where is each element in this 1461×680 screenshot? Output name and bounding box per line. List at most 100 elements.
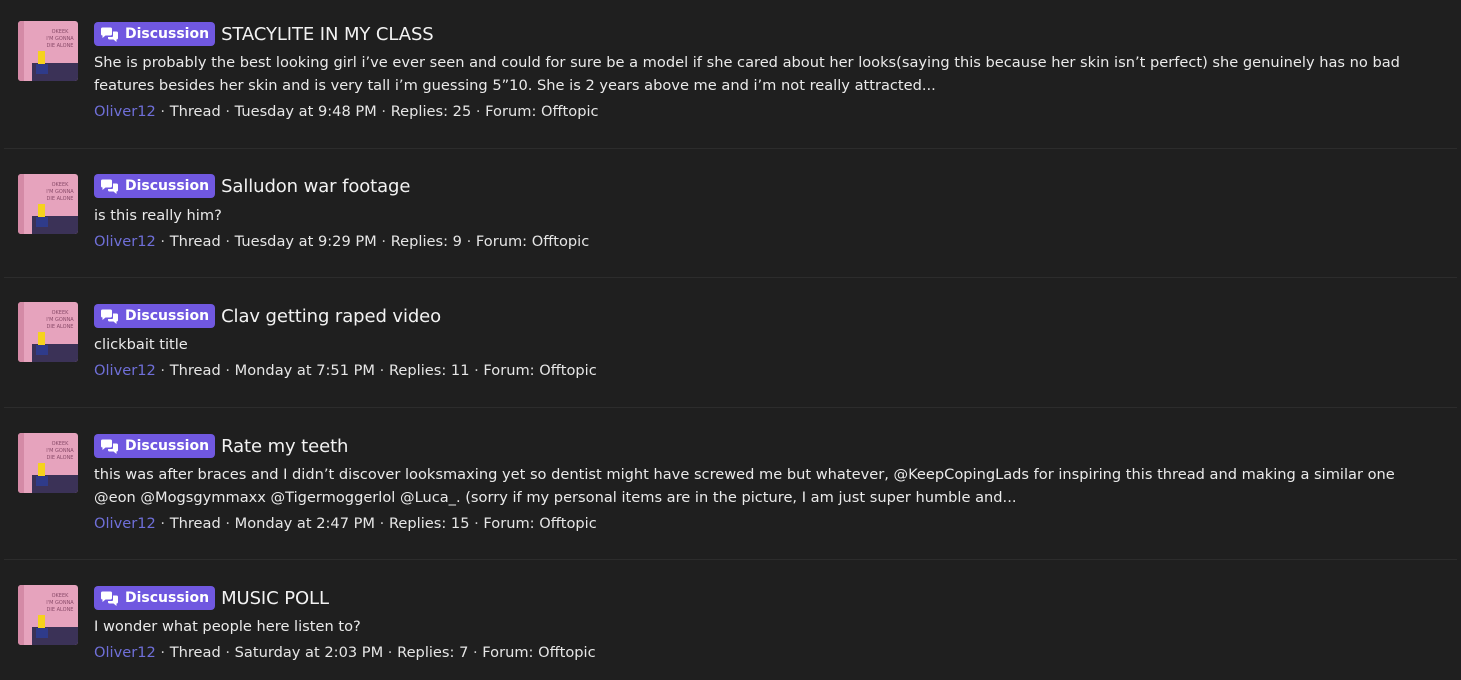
meta-separator: ·: [375, 515, 389, 532]
svg-text:OKEEK: OKEEK: [52, 29, 70, 35]
meta-separator: ·: [220, 362, 235, 379]
avatar-image: OKEEK I'M GONNA DIE ALONE: [18, 302, 78, 362]
thread-title-link[interactable]: Salludon war footage: [221, 176, 410, 197]
content-type: Thread: [169, 103, 221, 120]
post-date[interactable]: Monday at 2:47 PM: [235, 515, 375, 532]
chat-bubbles-icon: [101, 591, 118, 606]
prefix-label: Discussion: [125, 438, 210, 454]
list-item: OKEEK I'M GONNA DIE ALONE Discussion Rat…: [0, 408, 1461, 559]
thread-title-link[interactable]: STACYLITE IN MY CLASS: [221, 24, 434, 45]
post-date[interactable]: Tuesday at 9:48 PM: [235, 103, 377, 120]
thread-meta: Oliver12 · Thread · Monday at 7:51 PM · …: [94, 361, 597, 381]
thread-title-line: Discussion Rate my teeth: [94, 433, 348, 459]
thread-title-link[interactable]: Rate my teeth: [221, 436, 348, 457]
meta-separator: ·: [220, 233, 235, 250]
avatar[interactable]: OKEEK I'M GONNA DIE ALONE: [18, 302, 78, 362]
meta-separator: ·: [468, 644, 483, 661]
svg-text:OKEEK: OKEEK: [52, 182, 70, 188]
meta-separator: ·: [155, 515, 170, 532]
prefix-badge[interactable]: Discussion: [94, 304, 216, 328]
prefix-badge[interactable]: Discussion: [94, 174, 216, 198]
thread-title-line: Discussion STACYLITE IN MY CLASS: [94, 21, 434, 47]
reply-count: Replies: 9: [390, 233, 462, 250]
meta-separator: ·: [220, 644, 235, 661]
thread-snippet: is this really him?: [94, 207, 222, 224]
post-date[interactable]: Monday at 7:51 PM: [235, 362, 375, 379]
meta-separator: ·: [461, 233, 476, 250]
thread-snippet: this was after braces and I didn’t disco…: [94, 466, 1395, 506]
meta-separator: ·: [220, 103, 235, 120]
svg-text:OKEEK: OKEEK: [52, 593, 70, 599]
prefix-label: Discussion: [125, 308, 210, 324]
chat-bubbles-icon: [101, 439, 118, 454]
svg-text:I'M GONNA: I'M GONNA: [46, 600, 74, 606]
author-link[interactable]: Oliver12: [94, 644, 156, 661]
forum-link[interactable]: Forum: Offtopic: [483, 362, 596, 379]
svg-text:I'M GONNA: I'M GONNA: [46, 36, 74, 42]
forum-link[interactable]: Forum: Offtopic: [476, 233, 589, 250]
search-results-list: OKEEK I'M GONNA DIE ALONE Discussion STA…: [0, 0, 1461, 680]
forum-link[interactable]: Forum: Offtopic: [485, 103, 598, 120]
meta-separator: ·: [155, 103, 170, 120]
thread-title-line: Discussion Salludon war footage: [94, 173, 410, 199]
thread-title-line: Discussion Clav getting raped video: [94, 303, 441, 329]
avatar[interactable]: OKEEK I'M GONNA DIE ALONE: [18, 585, 78, 645]
content-type: Thread: [169, 515, 221, 532]
svg-text:OKEEK: OKEEK: [52, 310, 70, 316]
prefix-label: Discussion: [125, 26, 210, 42]
svg-text:DIE ALONE: DIE ALONE: [47, 43, 74, 49]
content-type: Thread: [169, 362, 221, 379]
list-item: OKEEK I'M GONNA DIE ALONE Discussion STA…: [0, 0, 1461, 148]
chat-bubbles-icon: [101, 27, 118, 42]
chat-bubbles-icon: [101, 309, 118, 324]
svg-text:I'M GONNA: I'M GONNA: [46, 448, 74, 454]
meta-separator: ·: [376, 103, 391, 120]
thread-snippet: clickbait title: [94, 336, 188, 353]
author-link[interactable]: Oliver12: [94, 103, 156, 120]
svg-text:DIE ALONE: DIE ALONE: [47, 196, 74, 202]
thread-meta: Oliver12 · Thread · Tuesday at 9:29 PM ·…: [94, 232, 589, 252]
thread-snippet: I wonder what people here listen to?: [94, 618, 361, 635]
thread-title-link[interactable]: MUSIC POLL: [221, 588, 329, 609]
thread-snippet: She is probably the best looking girl i’…: [94, 54, 1400, 94]
reply-count: Replies: 15: [388, 515, 470, 532]
meta-separator: ·: [469, 515, 484, 532]
list-item: OKEEK I'M GONNA DIE ALONE Discussion Cla…: [0, 278, 1461, 407]
avatar[interactable]: OKEEK I'M GONNA DIE ALONE: [18, 174, 78, 234]
post-date[interactable]: Saturday at 2:03 PM: [235, 644, 384, 661]
prefix-badge[interactable]: Discussion: [94, 434, 216, 458]
post-date[interactable]: Tuesday at 9:29 PM: [235, 233, 377, 250]
prefix-label: Discussion: [125, 178, 210, 194]
meta-separator: ·: [376, 233, 391, 250]
author-link[interactable]: Oliver12: [94, 233, 156, 250]
avatar[interactable]: OKEEK I'M GONNA DIE ALONE: [18, 21, 78, 81]
svg-text:OKEEK: OKEEK: [52, 441, 70, 447]
prefix-badge[interactable]: Discussion: [94, 22, 216, 46]
forum-link[interactable]: Forum: Offtopic: [483, 515, 596, 532]
prefix-badge[interactable]: Discussion: [94, 586, 216, 610]
meta-separator: ·: [155, 362, 170, 379]
meta-separator: ·: [155, 644, 170, 661]
author-link[interactable]: Oliver12: [94, 515, 156, 532]
author-link[interactable]: Oliver12: [94, 362, 156, 379]
reply-count: Replies: 7: [397, 644, 469, 661]
list-item: OKEEK I'M GONNA DIE ALONE Discussion MUS…: [0, 560, 1461, 680]
reply-count: Replies: 25: [390, 103, 472, 120]
svg-text:DIE ALONE: DIE ALONE: [47, 607, 74, 613]
meta-separator: ·: [375, 362, 389, 379]
svg-text:I'M GONNA: I'M GONNA: [46, 317, 74, 323]
svg-text:I'M GONNA: I'M GONNA: [46, 189, 74, 195]
avatar[interactable]: OKEEK I'M GONNA DIE ALONE: [18, 433, 78, 493]
thread-title-link[interactable]: Clav getting raped video: [221, 306, 441, 327]
thread-meta: Oliver12 · Thread · Saturday at 2:03 PM …: [94, 643, 596, 663]
thread-title-line: Discussion MUSIC POLL: [94, 585, 329, 611]
forum-link[interactable]: Forum: Offtopic: [482, 644, 595, 661]
meta-separator: ·: [471, 103, 486, 120]
svg-text:DIE ALONE: DIE ALONE: [47, 324, 74, 330]
meta-separator: ·: [383, 644, 398, 661]
prefix-label: Discussion: [125, 590, 210, 606]
meta-separator: ·: [155, 233, 170, 250]
svg-text:DIE ALONE: DIE ALONE: [47, 455, 74, 461]
list-item: OKEEK I'M GONNA DIE ALONE Discussion Sal…: [0, 149, 1461, 277]
thread-meta: Oliver12 · Thread · Monday at 2:47 PM · …: [94, 514, 597, 534]
